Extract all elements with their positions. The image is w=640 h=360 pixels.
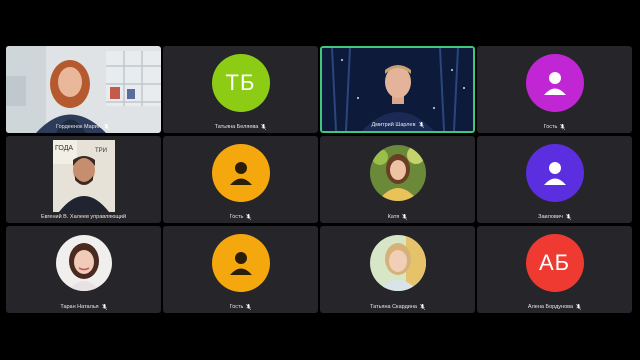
participant-grid: Гордеенок Мария ТБ Татьяна Беляева Дмитр… bbox=[6, 46, 632, 314]
mic-off-icon bbox=[246, 304, 252, 310]
participant-name-label: Татьяна Скардина bbox=[320, 304, 475, 310]
guest-avatar bbox=[525, 53, 584, 112]
person-icon bbox=[229, 161, 252, 185]
svg-text:ГОДА: ГОДА bbox=[55, 145, 73, 152]
mic-off-icon bbox=[560, 124, 566, 130]
participant-name-label: Заилович bbox=[477, 214, 632, 220]
person-icon bbox=[229, 251, 252, 275]
participant-tile[interactable]: Гордеенок Мария bbox=[6, 46, 161, 133]
participant-photo bbox=[55, 234, 112, 291]
participant-name-label: Гость bbox=[163, 214, 318, 220]
participant-tile[interactable]: АБ Алена Бордунова bbox=[477, 226, 632, 313]
participant-tile[interactable]: Гость bbox=[477, 46, 632, 133]
participant-tile[interactable]: Татьяна Скардина bbox=[320, 226, 475, 313]
guest-avatar bbox=[525, 143, 584, 202]
participant-name-label: Гордеенок Мария bbox=[6, 124, 161, 130]
participant-name-label: Татьяна Беляева bbox=[163, 124, 318, 130]
participant-name-label: Гость bbox=[477, 124, 632, 130]
mic-off-icon bbox=[419, 304, 425, 310]
participant-name-label: Гость bbox=[163, 304, 318, 310]
person-icon bbox=[543, 71, 566, 95]
initials-avatar: ТБ bbox=[211, 53, 270, 112]
participant-name-label: Дмитрий Шарлев bbox=[322, 122, 473, 128]
participant-photo bbox=[369, 144, 426, 201]
mic-off-icon bbox=[418, 122, 424, 128]
participant-tile[interactable]: ГОДА ТРИ Евгений В. Халеев управляющий bbox=[6, 136, 161, 223]
mic-off-icon bbox=[261, 124, 267, 130]
participant-photo: ГОДА ТРИ bbox=[52, 140, 115, 212]
participant-name-label: Евгений В. Халеев управляющий bbox=[40, 214, 127, 220]
participant-tile[interactable]: Катя bbox=[320, 136, 475, 223]
participant-name-label: Катя bbox=[320, 214, 475, 220]
guest-avatar bbox=[211, 233, 270, 292]
guest-avatar bbox=[211, 143, 270, 202]
mic-off-icon bbox=[246, 214, 252, 220]
participant-video bbox=[6, 46, 161, 133]
participant-tile[interactable]: Таран Наталья bbox=[6, 226, 161, 313]
mic-off-icon bbox=[103, 124, 109, 130]
mic-off-icon bbox=[101, 304, 107, 310]
participant-tile[interactable]: ТБ Татьяна Беляева bbox=[163, 46, 318, 133]
mic-off-icon bbox=[576, 304, 582, 310]
participant-tile[interactable]: Заилович bbox=[477, 136, 632, 223]
person-icon bbox=[543, 161, 566, 185]
participant-video bbox=[322, 48, 473, 131]
participant-tile[interactable]: Гость bbox=[163, 226, 318, 313]
participant-photo bbox=[369, 234, 426, 291]
mic-off-icon bbox=[402, 214, 408, 220]
initials-avatar: АБ bbox=[525, 233, 584, 292]
participant-tile-active[interactable]: Дмитрий Шарлев bbox=[320, 46, 475, 133]
participant-name-label: Таран Наталья bbox=[6, 304, 161, 310]
svg-text:ТРИ: ТРИ bbox=[95, 148, 107, 154]
mic-off-icon bbox=[565, 214, 571, 220]
participant-tile[interactable]: Гость bbox=[163, 136, 318, 223]
participant-name-label: Алена Бордунова bbox=[477, 304, 632, 310]
